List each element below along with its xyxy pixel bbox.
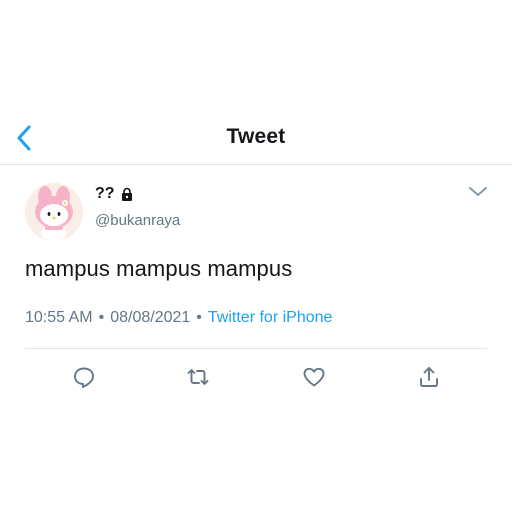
reply-icon: [74, 367, 94, 388]
tweet-source-link[interactable]: Twitter for iPhone: [208, 309, 333, 327]
tweet-detail-page: Tweet ?? @bukanraya mampus mampus mampus…: [0, 0, 512, 512]
tweet-actions-bar: [0, 363, 512, 393]
page-title: Tweet: [226, 125, 286, 148]
tweet-date: 08/08/2021: [110, 309, 191, 326]
heart-icon: [303, 367, 325, 387]
tweet-time: 10:55 AM: [25, 309, 93, 326]
meta-separator: •: [196, 309, 202, 326]
share-button[interactable]: [415, 363, 443, 391]
retweet-button[interactable]: [184, 363, 212, 391]
meta-separator: •: [98, 309, 105, 326]
retweet-icon: [187, 369, 209, 385]
tweet-meta: 10:55 AM • 08/08/2021 • Twitter for iPho…: [25, 309, 332, 327]
like-button[interactable]: [300, 363, 328, 391]
user-handle[interactable]: @bukanraya: [95, 212, 180, 229]
chevron-down-icon: [469, 187, 487, 196]
reply-button[interactable]: [70, 363, 98, 391]
top-nav-bar: Tweet: [0, 116, 512, 165]
more-options-button[interactable]: [466, 182, 490, 202]
avatar[interactable]: [25, 183, 83, 241]
user-name-text: ??: [95, 185, 115, 202]
user-display-name[interactable]: ??: [95, 185, 134, 203]
avatar-image: [25, 183, 83, 241]
share-icon: [420, 367, 438, 387]
tweet-text: mampus mampus mampus: [25, 256, 293, 281]
lock-icon: [121, 187, 132, 201]
divider: [25, 348, 487, 349]
